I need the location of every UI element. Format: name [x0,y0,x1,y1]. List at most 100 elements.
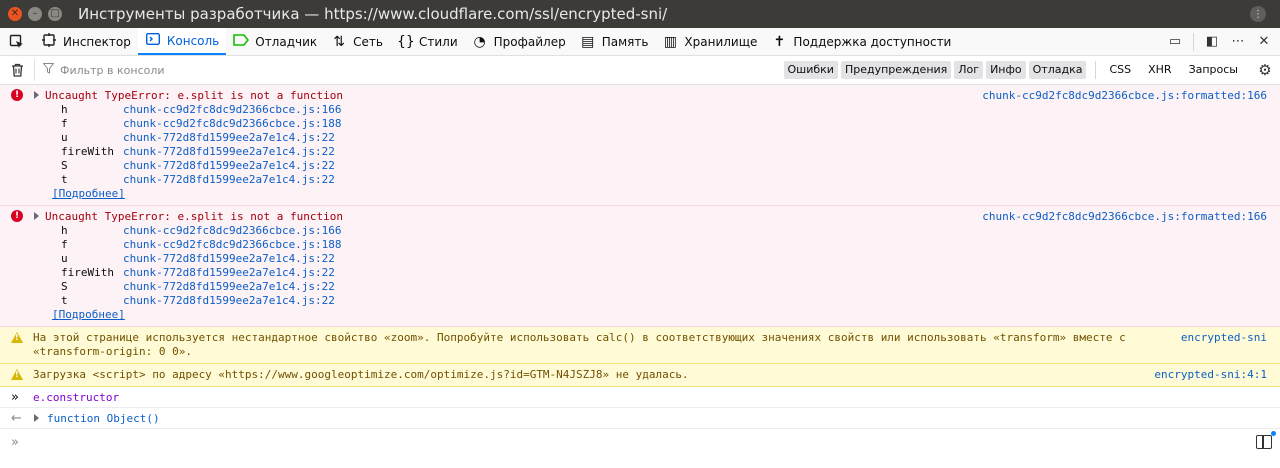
gear-icon[interactable]: ⚙ [1250,61,1280,79]
debugger-icon [233,33,250,51]
stack-frame: h chunk-cc9d2fc8dc9d2366cbce.js:166 [61,224,1280,238]
stack-frame: u chunk-772d8fd1599ee2a7e1c4.js:22 [61,252,1280,266]
notification-dot [1271,431,1276,436]
divider [1095,61,1097,79]
window-maximize-button[interactable]: □ [48,7,62,21]
error-location-link[interactable]: chunk-cc9d2fc8dc9d2366cbce.js:formatted:… [982,89,1267,102]
warning-location-link[interactable]: encrypted-sni [1181,331,1267,344]
frame-function: u [61,252,68,265]
tab-label: Память [601,34,649,49]
stack-frame: fireWith chunk-772d8fd1599ee2a7e1c4.js:22 [61,145,1280,159]
tab-label: Сеть [353,34,383,49]
frame-link[interactable]: chunk-cc9d2fc8dc9d2366cbce.js:166 [123,103,342,116]
window-close-button[interactable]: ✕ [8,7,22,21]
error-location-link[interactable]: chunk-cc9d2fc8dc9d2366cbce.js:formatted:… [982,210,1267,223]
warning-text: На этой странице используется нестандарт… [33,331,1126,358]
filter-info-button[interactable]: Инфо [986,61,1026,79]
filter-css-button[interactable]: CSS [1105,61,1135,79]
stack-frame: f chunk-cc9d2fc8dc9d2366cbce.js:188 [61,238,1280,252]
accessibility-icon: ✝ [773,33,786,50]
frame-link[interactable]: chunk-772d8fd1599ee2a7e1c4.js:22 [123,280,335,293]
filter-log-button[interactable]: Лог [954,61,984,79]
tab-profiler[interactable]: ◔ Профайлер [465,28,573,55]
error-icon: ! [11,89,23,101]
frame-function: f [61,238,68,251]
filter-errors-button[interactable]: Ошибки [783,61,838,79]
filter-debug-button[interactable]: Отладка [1028,61,1087,79]
filter-icon [42,63,55,77]
tab-console[interactable]: Консоль [137,28,227,55]
frame-link[interactable]: chunk-772d8fd1599ee2a7e1c4.js:22 [123,131,335,144]
frame-function: t [61,294,68,307]
stack-frame: fireWith chunk-772d8fd1599ee2a7e1c4.js:22 [61,266,1280,280]
memory-icon: ▤ [581,33,595,50]
console-output: ! Uncaught TypeError: e.split is not a f… [0,85,1280,455]
frame-link[interactable]: chunk-772d8fd1599ee2a7e1c4.js:22 [123,266,335,279]
tab-label: Консоль [166,33,220,48]
console-warning-message: ! На этой странице используется нестанда… [0,327,1280,364]
frame-link[interactable]: chunk-772d8fd1599ee2a7e1c4.js:22 [123,252,335,265]
more-options-icon[interactable]: ⋯ [1230,34,1246,50]
learn-more-link[interactable]: [Подробнее] [0,308,1280,326]
stack-frame: Schunk-772d8fd1599ee2a7e1c4.js:22 [61,159,1280,173]
tab-network[interactable]: ⇅ Сеть [324,28,390,55]
tab-label: Хранилище [684,34,758,49]
expand-twisty-icon[interactable] [34,414,39,422]
tab-storage[interactable]: ▥ Хранилище [655,28,764,55]
frame-function: h [61,103,68,116]
console-icon [145,32,161,50]
frame-link[interactable]: chunk-772d8fd1599ee2a7e1c4.js:22 [123,159,335,172]
filter-warnings-button[interactable]: Предупреждения [840,61,952,79]
frame-function: S [61,159,68,172]
learn-more-link[interactable]: [Подробнее] [0,187,1280,205]
filter-xhr-button[interactable]: XHR [1144,61,1175,79]
stack-frame: f chunk-cc9d2fc8dc9d2366cbce.js:188 [61,117,1280,131]
window-menu-icon[interactable]: ⋮ [1250,6,1266,22]
tab-memory[interactable]: ▤ Память [573,28,656,55]
tab-label: Профайлер [493,34,566,49]
tab-label: Отладчик [255,34,318,49]
warning-text: Загрузка <script> по адресу «https://www… [33,368,689,381]
close-devtools-icon[interactable]: ✕ [1256,34,1272,50]
tab-label: Инспектор [63,34,131,49]
tab-style-editor[interactable]: {} Стили [390,28,465,55]
frame-function: fireWith [61,145,114,158]
frame-function: h [61,224,68,237]
stack-frame: t chunk-772d8fd1599ee2a7e1c4.js:22 [61,294,1280,308]
stack-frame: h chunk-cc9d2fc8dc9d2366cbce.js:166 [61,103,1280,117]
filter-requests-button[interactable]: Запросы [1185,61,1242,79]
window-minimize-button[interactable]: – [28,7,42,21]
frame-link[interactable]: chunk-772d8fd1599ee2a7e1c4.js:22 [123,173,335,186]
inspector-icon [41,32,57,51]
tab-accessibility[interactable]: ✝ Поддержка доступности [764,28,958,55]
warning-icon: ! [11,369,23,380]
editor-mode-icon[interactable] [1256,435,1272,449]
frame-link[interactable]: chunk-cc9d2fc8dc9d2366cbce.js:188 [123,238,342,251]
console-error-message: ! Uncaught TypeError: e.split is not a f… [0,206,1280,327]
expand-twisty-icon[interactable] [34,91,39,99]
result-value[interactable]: function Object() [0,412,160,425]
frame-link[interactable]: chunk-772d8fd1599ee2a7e1c4.js:22 [123,294,335,307]
warning-location-link[interactable]: encrypted-sni:4:1 [1154,368,1267,381]
expand-twisty-icon[interactable] [34,212,39,220]
frame-function: f [61,117,68,130]
stack-trace: h chunk-cc9d2fc8dc9d2366cbce.js:166 f chun… [0,224,1280,308]
frame-link[interactable]: chunk-772d8fd1599ee2a7e1c4.js:22 [123,145,335,158]
network-icon: ⇅ [333,33,346,50]
stack-frame: Schunk-772d8fd1599ee2a7e1c4.js:22 [61,280,1280,294]
element-picker-icon[interactable] [0,28,34,55]
frame-link[interactable]: chunk-cc9d2fc8dc9d2366cbce.js:188 [123,117,342,130]
console-filterbar: Фильтр в консоли Ошибки Предупреждения Л… [0,56,1280,85]
console-filter-input[interactable]: Фильтр в консоли [34,59,784,81]
tab-debugger[interactable]: Отладчик [226,28,324,55]
tab-inspector[interactable]: Инспектор [34,28,138,55]
responsive-design-icon[interactable]: ▭ [1167,34,1183,50]
window-titlebar: ✕ – □ Инструменты разработчика — https:/… [0,0,1280,28]
stack-trace: h chunk-cc9d2fc8dc9d2366cbce.js:166 f chun… [0,103,1280,187]
console-input-echo: » e.constructor [0,387,1280,408]
console-prompt-input[interactable]: » [0,429,1280,455]
frame-link[interactable]: chunk-cc9d2fc8dc9d2366cbce.js:166 [123,224,342,237]
dock-options-icon[interactable]: ◧ [1204,34,1220,50]
profiler-icon: ◔ [473,33,486,50]
clear-console-icon[interactable] [0,63,34,77]
